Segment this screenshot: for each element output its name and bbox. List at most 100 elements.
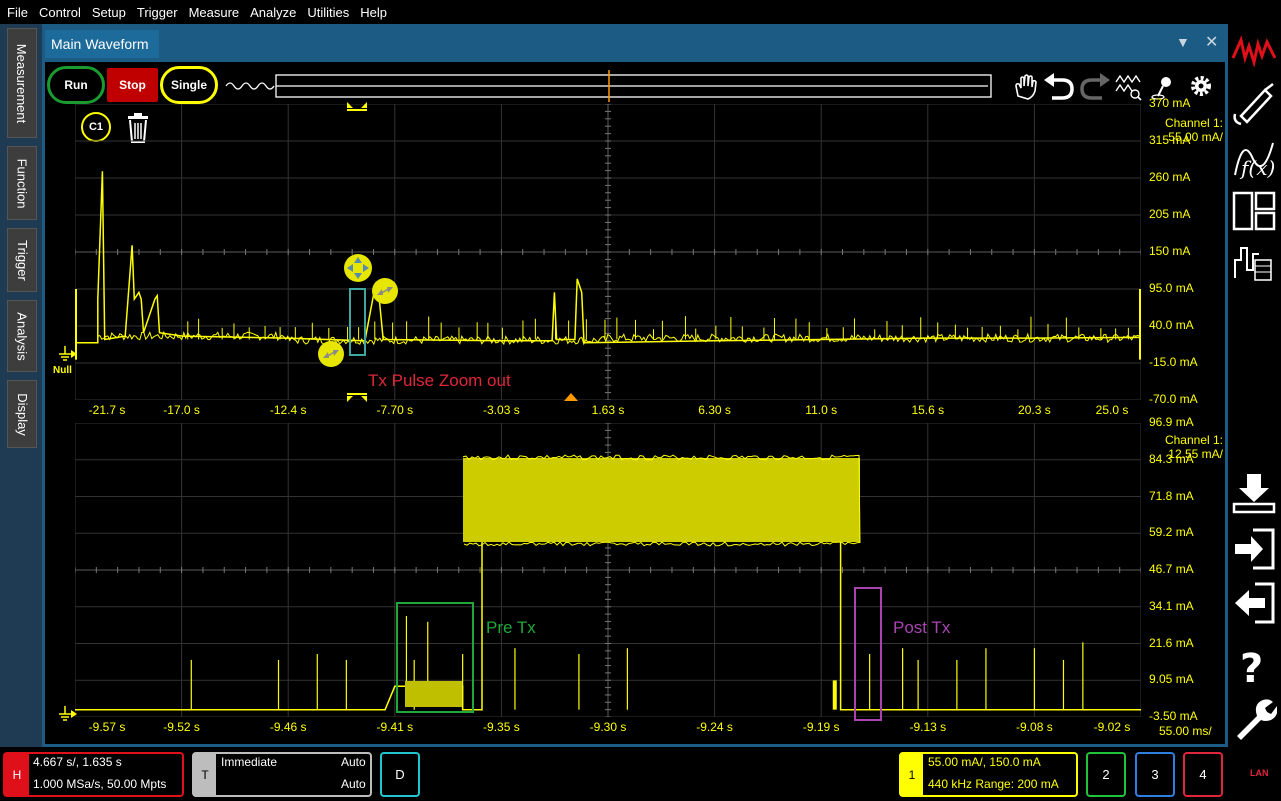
export-icon[interactable]	[1231, 580, 1277, 626]
trigger-badge-label: T	[201, 767, 209, 782]
window-tab[interactable]: Main Waveform	[45, 30, 159, 58]
lower-y-tick: 46.7 mA	[1149, 562, 1194, 576]
menu-utilities[interactable]: Utilities	[303, 5, 353, 20]
lower-x-tick: -9.57 s	[88, 720, 126, 734]
lower-y-tick: 9.05 mA	[1149, 672, 1194, 687]
tab-function[interactable]: Function	[7, 146, 37, 220]
redo-icon[interactable]	[1080, 73, 1110, 100]
channel3-label: 3	[1151, 767, 1159, 782]
lower-y-tick: 21.6 mA	[1149, 635, 1194, 650]
single-button[interactable]: Single	[160, 66, 218, 104]
tx-pulse-fill	[463, 458, 860, 542]
download-icon[interactable]	[1231, 470, 1277, 516]
zoom-bottom-marker-icon[interactable]	[345, 392, 369, 404]
lower-x-tick: -9.52 s	[163, 720, 200, 734]
upper-y-tick: 150 mA	[1149, 244, 1191, 258]
horizontal-line1: 4.667 s/, 1.635 s	[33, 755, 122, 769]
lower-x-tick: -9.46 s	[269, 720, 307, 734]
layout-icon[interactable]	[1231, 188, 1277, 234]
trigger-mode: Immediate	[221, 755, 278, 769]
run-button[interactable]: Run	[47, 66, 105, 104]
menu-trigger[interactable]: Trigger	[133, 5, 182, 20]
lower-x-tick: -9.08 s	[1016, 720, 1053, 734]
zoom-top-marker-icon[interactable]	[345, 100, 369, 114]
gear-icon[interactable]	[1191, 76, 1211, 96]
svg-text:?: ?	[1240, 646, 1263, 690]
upper-x-tick: 25.0 s	[1095, 403, 1129, 417]
menu-analyze[interactable]: Analyze	[246, 5, 300, 20]
channel1-badge: 1	[901, 754, 923, 795]
lan-status: LAN	[1250, 768, 1269, 778]
menu-measure[interactable]: Measure	[185, 5, 244, 20]
waveform-overview[interactable]	[224, 70, 994, 102]
channel4-label: 4	[1199, 767, 1207, 782]
wrench-icon[interactable]	[1231, 696, 1277, 742]
function-icon[interactable]: f(x)	[1231, 135, 1277, 181]
zoom-resize-handle-left-icon[interactable]	[317, 340, 345, 368]
channel3-button[interactable]: 3	[1135, 752, 1175, 797]
tab-analysis-label: Analysis	[14, 311, 30, 361]
lower-y-tick: 96.9 mA	[1149, 415, 1194, 429]
channel1-line1: 55.00 mA/, 150.0 mA	[928, 755, 1041, 769]
lower-x-tick: -9.41 s	[376, 720, 414, 734]
tab-measurement[interactable]: Measurement	[7, 28, 37, 138]
upper-x-tick: -17.0 s	[163, 403, 200, 417]
channel4-button[interactable]: 4	[1183, 752, 1223, 797]
lower-x-tick: -9.19 s	[802, 720, 840, 734]
horizontal-line2: 1.000 MSa/s, 50.00 Mpts	[33, 777, 167, 791]
digital-button[interactable]: D	[380, 752, 420, 797]
lower-y-tick: 34.1 mA	[1149, 598, 1194, 613]
lower-y-tick: 71.8 mA	[1149, 488, 1194, 503]
horizontal-badge: H	[5, 754, 29, 795]
zoom-out-annotation: Tx Pulse Zoom out	[368, 371, 511, 390]
stop-button[interactable]: Stop	[105, 66, 160, 104]
lower-x-tick: -9.35 s	[483, 720, 520, 734]
pre-tx-annotation: Pre Tx	[486, 618, 536, 637]
tab-measurement-label: Measurement	[14, 43, 30, 123]
menu-bar: File Control Setup Trigger Measure Analy…	[0, 0, 1281, 24]
trigger-marker-icon[interactable]	[563, 392, 579, 402]
help-icon[interactable]: ?	[1231, 644, 1277, 690]
tab-analysis[interactable]: Analysis	[7, 300, 37, 372]
menu-file[interactable]: File	[3, 5, 32, 20]
upper-x-tick: -7.70 s	[376, 403, 414, 417]
upper-y-tick: -15.0 mA	[1149, 355, 1198, 369]
post-tx-annotation: Post Tx	[893, 618, 951, 637]
tab-display-label: Display	[14, 392, 30, 436]
trigger-auto-1: Auto	[341, 755, 366, 769]
window-menu-icon[interactable]: ▼	[1176, 34, 1190, 50]
tab-display[interactable]: Display	[7, 380, 37, 448]
zoom-move-handle-icon[interactable]	[343, 253, 373, 283]
upper-y-tick: 260 mA	[1149, 170, 1191, 184]
menu-control[interactable]: Control	[35, 5, 85, 20]
upper-waveform-plot[interactable]	[75, 104, 1141, 400]
import-icon[interactable]	[1231, 526, 1277, 572]
probe-icon[interactable]	[1231, 80, 1277, 126]
waveform-zoom-icon[interactable]	[1115, 74, 1142, 101]
tab-function-label: Function	[14, 158, 30, 208]
lower-waveform-plot[interactable]	[75, 423, 1141, 717]
window-close-icon[interactable]: ✕	[1205, 32, 1218, 52]
digital-label: D	[395, 767, 405, 782]
ground-icon-lower	[59, 706, 77, 721]
hand-icon[interactable]	[1015, 74, 1037, 100]
zoom-resize-handle-right-icon[interactable]	[371, 277, 399, 305]
lower-x-tick: -9.30 s	[589, 720, 627, 734]
tab-trigger[interactable]: Trigger	[7, 228, 37, 292]
digital-icon[interactable]	[1231, 240, 1277, 286]
right-toolbar	[1228, 24, 1281, 747]
lower-timebase-label: 55.00 ms/	[1159, 724, 1212, 738]
undo-icon[interactable]	[1044, 73, 1074, 100]
zoom-window-box[interactable]	[349, 288, 366, 356]
menu-help[interactable]: Help	[356, 5, 391, 20]
trigger-badge: T	[194, 754, 216, 795]
upper-x-tick: 11.0 s	[805, 403, 838, 417]
channel2-button[interactable]: 2	[1086, 752, 1126, 797]
upper-x-tick: 6.30 s	[698, 403, 731, 417]
keysight-logo-icon	[1231, 35, 1277, 68]
upper-y-tick: -70.0 mA	[1149, 392, 1198, 406]
upper-y-tick: 315 mA	[1149, 133, 1191, 147]
single-label: Single	[170, 78, 207, 92]
ground-marker: Null	[53, 365, 72, 376]
menu-setup[interactable]: Setup	[88, 5, 130, 20]
